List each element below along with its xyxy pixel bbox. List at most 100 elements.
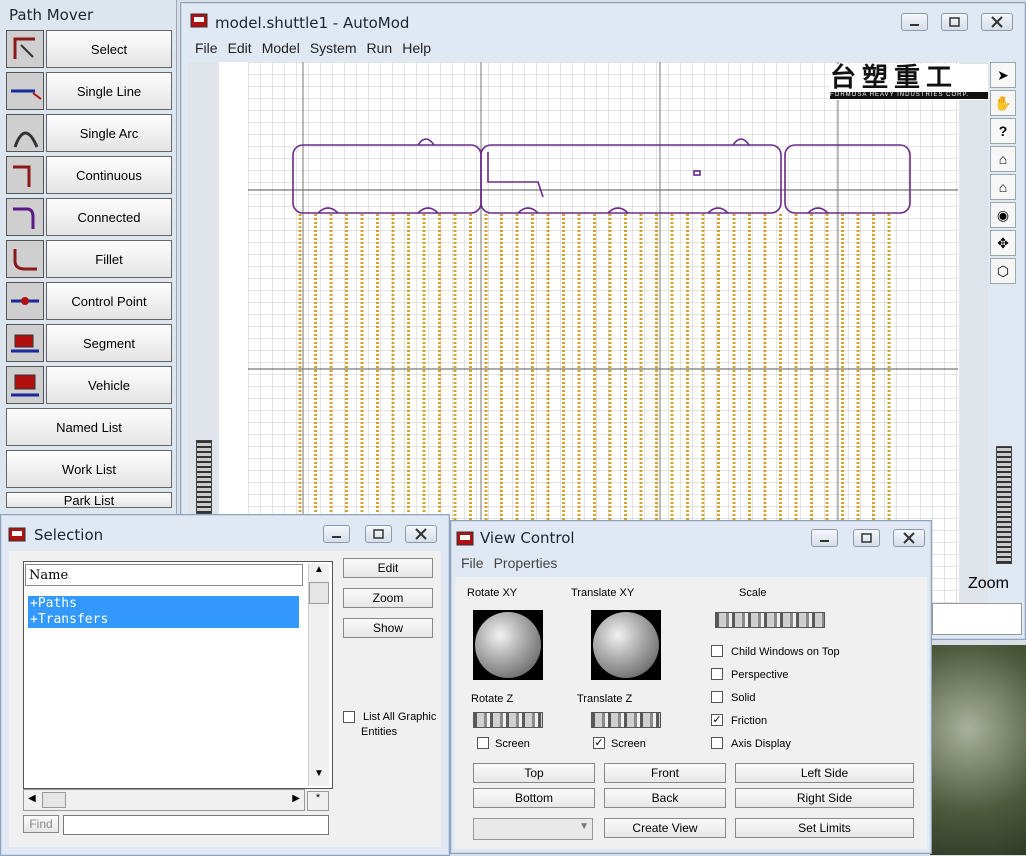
view-close-button[interactable] (893, 529, 925, 547)
find-input[interactable] (63, 815, 329, 835)
control-point-icon[interactable] (6, 282, 44, 320)
path-tool-label[interactable]: Segment (46, 324, 172, 362)
scroll-thumb[interactable] (309, 582, 329, 604)
path-tool-connected[interactable]: Connected (6, 198, 172, 236)
view-control-app-icon (456, 531, 474, 546)
selection-title: Selection (34, 526, 104, 544)
path-tool-label[interactable]: Fillet (46, 240, 172, 278)
front-button[interactable]: Front (604, 763, 726, 783)
friction-checkbox[interactable]: ✓ (711, 714, 723, 726)
list-item[interactable]: +Paths (28, 596, 299, 612)
path-tool-control-point[interactable]: Control Point (6, 282, 172, 320)
left-zoom-slider[interactable] (196, 440, 212, 514)
menu-file[interactable]: File (195, 40, 218, 56)
path-tool-label[interactable]: Control Point (46, 282, 172, 320)
top-button[interactable]: Top (473, 763, 595, 783)
menu-run[interactable]: Run (367, 40, 393, 56)
translate-screen-checkbox[interactable]: ✓ (593, 737, 605, 749)
view-select[interactable]: ▼ (473, 818, 593, 840)
cube-icon[interactable]: ⬡ (990, 258, 1016, 284)
rotate-xy-trackball[interactable] (473, 610, 543, 680)
pointer-icon[interactable]: ➤ (990, 62, 1016, 88)
axis-display-checkbox[interactable] (711, 737, 723, 749)
child-windows-on-top-checkbox[interactable] (711, 645, 723, 657)
path-tool-label[interactable]: Connected (46, 198, 172, 236)
work-list-button[interactable]: Work List (6, 450, 172, 488)
view-minimize-button[interactable] (811, 529, 838, 547)
scroll-left-icon[interactable]: ◀ (28, 793, 36, 804)
create-view-button[interactable]: Create View (604, 818, 726, 838)
eye-icon[interactable]: ◉ (990, 202, 1016, 228)
show-button[interactable]: Show (343, 618, 433, 638)
path-tool-vehicle[interactable]: Vehicle (6, 366, 172, 404)
path-tool-segment[interactable]: Segment (6, 324, 172, 362)
fillet-icon[interactable] (6, 240, 44, 278)
single-line-icon[interactable] (6, 72, 44, 110)
connected-icon[interactable] (6, 198, 44, 236)
hscroll-thumb[interactable] (42, 792, 66, 808)
close-button[interactable] (981, 13, 1013, 31)
menu-model[interactable]: Model (262, 40, 300, 56)
segment-icon[interactable] (6, 324, 44, 362)
vehicle-icon[interactable] (6, 366, 44, 404)
path-select-icon[interactable] (6, 30, 44, 68)
vertical-scrollbar[interactable]: ▲ ▼ (308, 564, 329, 786)
maximize-button[interactable] (941, 13, 968, 31)
rotate-screen-checkbox[interactable] (477, 737, 489, 749)
path-tool-single-arc[interactable]: Single Arc (6, 114, 172, 152)
zoom-button[interactable]: Zoom (343, 588, 433, 608)
hand-icon[interactable]: ✋ (990, 90, 1016, 116)
scroll-down-icon[interactable]: ▼ (309, 768, 329, 786)
named-list-button[interactable]: Named List (6, 408, 172, 446)
bottom-button[interactable]: Bottom (473, 788, 595, 808)
path-tool-select[interactable]: Select (6, 30, 172, 68)
list-item[interactable]: +Transfers (28, 612, 299, 628)
path-tool-label[interactable]: Vehicle (46, 366, 172, 404)
park-list-button[interactable]: Park List (6, 492, 172, 508)
scroll-up-icon[interactable]: ▲ (309, 564, 329, 582)
scale-slider[interactable] (715, 612, 825, 628)
path-tool-fillet[interactable]: Fillet (6, 240, 172, 278)
horizontal-scrollbar[interactable]: ◀ ▶ (23, 789, 305, 811)
path-tool-label[interactable]: Single Line (46, 72, 172, 110)
continuous-icon[interactable] (6, 156, 44, 194)
translate-xy-trackball[interactable] (591, 610, 661, 680)
app-icon (190, 13, 208, 28)
view-maximize-button[interactable] (853, 529, 880, 547)
menu-edit[interactable]: Edit (228, 40, 252, 56)
selection-minimize-button[interactable] (323, 525, 350, 543)
single-arc-icon[interactable] (6, 114, 44, 152)
edit-button[interactable]: Edit (343, 558, 433, 578)
home-zoom-icon[interactable]: ⌂ (990, 174, 1016, 200)
list-all-checkbox[interactable] (343, 711, 355, 723)
selection-list[interactable]: Name +Paths +Transfers ▲ ▼ (23, 561, 333, 789)
zoom-label: Zoom (968, 575, 1009, 592)
path-tool-continuous[interactable]: Continuous (6, 156, 172, 194)
back-button[interactable]: Back (604, 788, 726, 808)
find-button[interactable]: Find (23, 815, 59, 833)
view-menu-properties[interactable]: Properties (494, 555, 558, 571)
option-label: Axis Display (731, 738, 791, 750)
menu-system[interactable]: System (310, 40, 357, 56)
selection-maximize-button[interactable] (365, 525, 392, 543)
menu-help[interactable]: Help (402, 40, 431, 56)
path-tool-label[interactable]: Select (46, 30, 172, 68)
left-side-button[interactable]: Left Side (735, 763, 914, 783)
path-tool-label[interactable]: Continuous (46, 156, 172, 194)
set-limits-button[interactable]: Set Limits (735, 818, 914, 838)
view-menu-file[interactable]: File (461, 555, 484, 571)
minimize-button[interactable] (901, 13, 928, 31)
perspective-checkbox[interactable] (711, 668, 723, 680)
rotate-z-slider[interactable] (473, 712, 543, 728)
path-tool-label[interactable]: Single Arc (46, 114, 172, 152)
pan-icon[interactable]: ✥ (990, 230, 1016, 256)
scroll-right-icon[interactable]: ▶ (292, 793, 300, 804)
right-side-button[interactable]: Right Side (735, 788, 914, 808)
help-icon[interactable]: ? (990, 118, 1016, 144)
selection-close-button[interactable] (405, 525, 437, 543)
solid-checkbox[interactable] (711, 691, 723, 703)
translate-z-slider[interactable] (591, 712, 661, 728)
path-tool-single-line[interactable]: Single Line (6, 72, 172, 110)
home-icon[interactable]: ⌂ (990, 146, 1016, 172)
zoom-slider[interactable] (996, 446, 1012, 564)
